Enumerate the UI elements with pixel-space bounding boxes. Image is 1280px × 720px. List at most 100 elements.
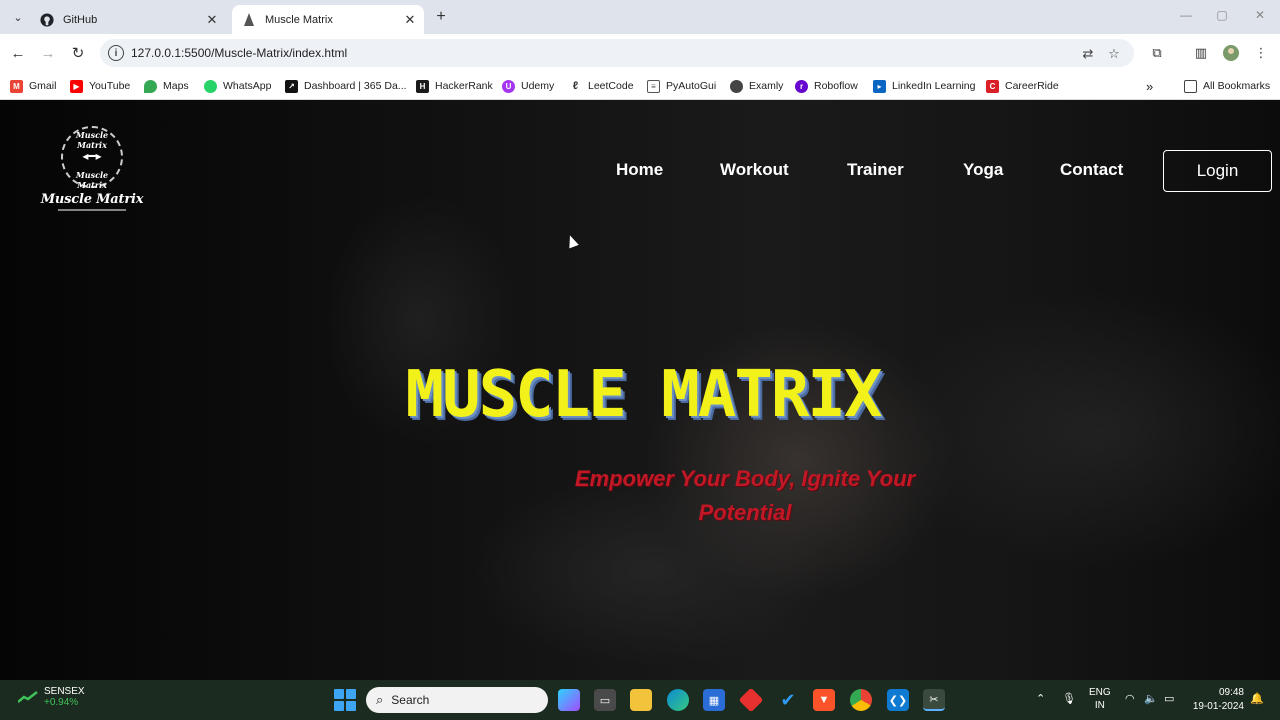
udemy-icon: U [502, 79, 515, 93]
tab-strip: ⌄ GitHub ✕ Muscle Matrix ✕ + — ▢ ✕ [0, 0, 1280, 34]
snipping-tool-icon[interactable]: ✂ [923, 689, 945, 711]
close-window-icon[interactable]: ✕ [1250, 8, 1270, 22]
language-indicator[interactable]: ENG IN [1089, 686, 1111, 712]
todo-icon[interactable]: ✔ [777, 689, 799, 711]
hero-section: Muscle Matrix ◂━▸ Muscle Matrix Muscle M… [0, 100, 1280, 680]
maps-icon [144, 79, 157, 93]
bookmark-hackerrank[interactable]: H HackerRank [416, 77, 493, 95]
logo-tagline-line [58, 209, 126, 211]
translate-icon[interactable]: ⇄ [1080, 46, 1096, 62]
muscle-matrix-icon [242, 12, 256, 27]
address-bar[interactable]: i 127.0.0.1:5500/Muscle-Matrix/index.htm… [100, 39, 1134, 67]
bookmark-label: YouTube [89, 80, 131, 92]
notification-bell-icon[interactable]: 🔔 [1250, 692, 1264, 705]
tab-muscle-matrix[interactable]: Muscle Matrix ✕ [232, 5, 424, 34]
bookmark-label: Maps [163, 80, 189, 92]
gmail-icon: M [10, 79, 23, 93]
site-logo[interactable]: Muscle Matrix ◂━▸ Muscle Matrix Muscle M… [36, 126, 148, 216]
minimize-icon[interactable]: — [1176, 8, 1196, 22]
profile-avatar-icon[interactable] [1222, 44, 1240, 62]
bookmark-label: LeetCode [588, 80, 634, 92]
site-info-icon[interactable]: i [108, 45, 124, 61]
bookmark-label: Roboflow [814, 80, 858, 92]
system-clock[interactable]: 09:48 19-01-2024 [1188, 686, 1244, 714]
bookmark-careerride[interactable]: C CareerRide [986, 77, 1059, 95]
bookmark-label: WhatsApp [223, 80, 272, 92]
anydesk-icon[interactable] [738, 687, 764, 713]
tab-title: Muscle Matrix [265, 13, 333, 26]
more-bookmarks-icon[interactable]: » [1146, 77, 1153, 95]
bookmark-star-icon[interactable]: ☆ [1106, 46, 1122, 62]
extensions-icon[interactable]: ⧉ [1148, 44, 1166, 62]
folder-icon [1184, 79, 1197, 93]
tab-search-chevron-icon[interactable]: ⌄ [8, 7, 28, 27]
nav-workout[interactable]: Workout [720, 160, 789, 180]
tab-github[interactable]: GitHub ✕ [30, 5, 226, 34]
file-explorer-icon[interactable] [630, 689, 652, 711]
bookmark-whatsapp[interactable]: WhatsApp [204, 77, 271, 95]
bookmark-examly[interactable]: Examly [730, 77, 783, 95]
bookmark-youtube[interactable]: ▶ YouTube [70, 77, 130, 95]
hackerrank-icon: H [416, 79, 429, 93]
whatsapp-icon [204, 79, 217, 93]
bookmark-udemy[interactable]: U Udemy [502, 77, 554, 95]
reload-icon[interactable]: ↻ [68, 43, 88, 63]
clock-date: 19-01-2024 [1192, 701, 1244, 712]
new-tab-icon[interactable]: + [432, 8, 450, 26]
dashboard-icon: ↗ [285, 79, 298, 93]
bookmark-leetcode[interactable]: ℓ LeetCode [569, 77, 634, 95]
windows-taskbar: SENSEX +0.94% ⌕ Search ▭ ▦ ✔ ▼ ❮❯ ✂ ⌃ 🎙 … [0, 680, 1280, 720]
tray-overflow-icon[interactable]: ⌃ [1036, 692, 1045, 705]
maximize-icon[interactable]: ▢ [1212, 8, 1232, 22]
login-button[interactable]: Login [1163, 150, 1272, 192]
bookmark-dashboard[interactable]: ↗ Dashboard | 365 Da... [285, 77, 407, 95]
side-panel-icon[interactable]: ▥ [1192, 44, 1210, 62]
vscode-icon[interactable]: ❮❯ [887, 689, 909, 711]
store-icon[interactable]: ▦ [703, 689, 725, 711]
all-bookmarks-folder[interactable]: All Bookmarks [1184, 77, 1270, 95]
bookmark-maps[interactable]: Maps [144, 77, 189, 95]
volume-icon[interactable]: 🔈 [1144, 692, 1158, 705]
chrome-icon[interactable] [850, 689, 872, 711]
close-tab-icon[interactable]: ✕ [204, 12, 220, 28]
bookmark-pyautogui[interactable]: ≡ PyAutoGui [647, 77, 716, 95]
bookmark-label: LinkedIn Learning [892, 80, 976, 92]
bookmark-gmail[interactable]: M Gmail [10, 77, 56, 95]
widget-name: SENSEX [44, 686, 85, 697]
youtube-icon: ▶ [70, 79, 83, 93]
logo-ring-text-top: Muscle Matrix [75, 130, 109, 150]
close-tab-icon[interactable]: ✕ [402, 12, 418, 28]
taskbar-search[interactable]: ⌕ Search [366, 687, 548, 713]
linkedin-learning-icon: ▸ [873, 79, 886, 93]
windows-start-icon[interactable] [334, 689, 356, 711]
microphone-icon[interactable]: 🎙 [1062, 692, 1076, 705]
forward-icon[interactable]: → [38, 43, 58, 63]
bookmark-label: Udemy [521, 80, 555, 92]
chrome-menu-icon[interactable]: ⋮ [1252, 44, 1270, 62]
github-icon [40, 12, 54, 27]
leetcode-icon: ℓ [569, 79, 582, 93]
battery-icon[interactable]: ▭ [1164, 692, 1174, 705]
search-placeholder: Search [391, 693, 430, 707]
stock-widget[interactable]: SENSEX +0.94% [17, 686, 85, 708]
back-icon[interactable]: ← [8, 43, 28, 63]
bookmark-label: CareerRide [1005, 80, 1059, 92]
bookmark-roboflow[interactable]: r Roboflow [795, 77, 858, 95]
bookmark-linkedin-learning[interactable]: ▸ LinkedIn Learning [873, 77, 975, 95]
dumbbell-icon: ◂━▸ [82, 149, 102, 163]
edge-icon[interactable] [667, 689, 689, 711]
task-view-icon[interactable]: ▭ [594, 689, 616, 711]
url-text[interactable]: 127.0.0.1:5500/Muscle-Matrix/index.html [131, 46, 347, 60]
bookmark-label: HackerRank [435, 80, 493, 92]
logo-brand-name: Muscle Matrix [40, 192, 144, 207]
copilot-icon[interactable] [558, 689, 580, 711]
bookmark-label: Gmail [29, 80, 57, 92]
wifi-icon[interactable]: ◠ [1125, 692, 1135, 705]
nav-yoga[interactable]: Yoga [963, 160, 1003, 180]
nav-contact[interactable]: Contact [1060, 160, 1123, 180]
brave-icon[interactable]: ▼ [813, 689, 835, 711]
pyautogui-icon: ≡ [647, 79, 660, 93]
nav-trainer[interactable]: Trainer [847, 160, 904, 180]
region-code: IN [1094, 700, 1105, 711]
nav-home[interactable]: Home [616, 160, 663, 180]
